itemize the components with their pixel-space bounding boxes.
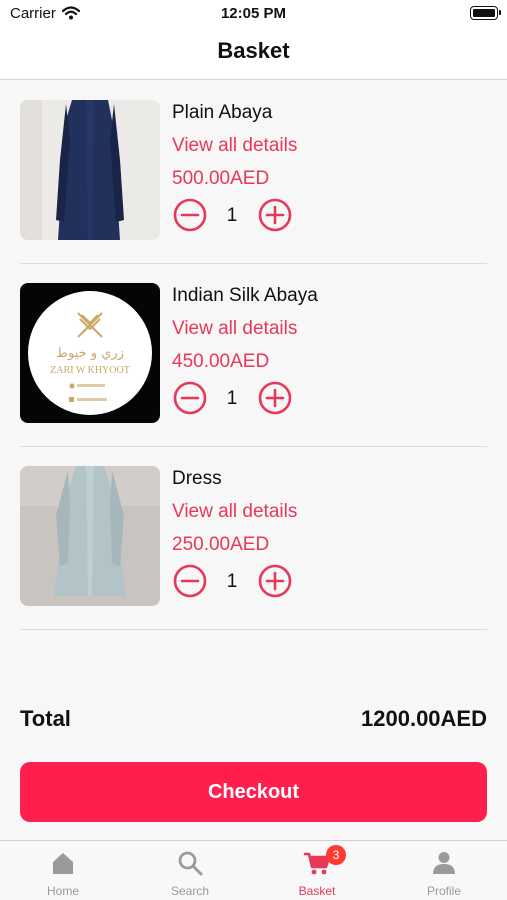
view-details-link[interactable]: View all details [172,135,297,157]
total-value: 1200.00AED [361,706,487,731]
product-image[interactable] [20,466,160,606]
quantity-value: 1 [226,205,238,226]
tab-label: Home [46,884,79,898]
decrease-quantity-button[interactable] [173,564,207,598]
minus-circle-icon [173,198,207,232]
battery-icon [470,6,501,20]
decrease-quantity-button[interactable] [173,381,207,415]
tab-label: Profile [426,884,461,898]
tab-label: Basket [298,884,336,898]
increase-quantity-button[interactable] [258,198,292,232]
plus-circle-icon [258,198,292,232]
product-image[interactable]: زري و خيوط ZARI W KHYOOT [20,283,160,423]
product-price: 250.00AED [172,534,270,555]
brand-logo-latin: ZARI W KHYOOT [50,365,130,376]
view-details-link[interactable]: View all details [172,318,297,340]
basket-item: Plain Abaya View all details 500.00AED 1 [20,80,487,264]
product-price: 500.00AED [172,168,270,189]
tab-home[interactable]: Home [0,841,126,900]
quantity-value: 1 [226,571,238,592]
nav-bar: Basket [0,30,507,80]
tab-search[interactable]: Search [127,841,253,900]
tab-basket[interactable]: 3 Basket [254,841,380,900]
basket-item: Dress View all details 250.00AED 1 [20,446,487,630]
product-name: Dress [172,468,222,489]
clock: 12:05 PM [220,5,287,22]
basket-item: زري و خيوط ZARI W KHYOOT Indian Silk Aba… [20,263,487,447]
plus-circle-icon [258,381,292,415]
cart-count-badge: 3 [326,845,346,865]
product-name: Indian Silk Abaya [172,285,318,306]
person-icon [433,852,455,874]
home-icon [53,853,73,874]
quantity-value: 1 [226,388,238,409]
minus-circle-icon [173,381,207,415]
decrease-quantity-button[interactable] [173,198,207,232]
page-title: Basket [217,38,290,63]
product-price: 450.00AED [172,351,270,372]
minus-circle-icon [173,564,207,598]
increase-quantity-button[interactable] [258,381,292,415]
checkout-button[interactable]: Checkout [20,762,487,822]
increase-quantity-button[interactable] [258,564,292,598]
tab-profile[interactable]: Profile [381,841,507,900]
tab-label: Search [170,884,210,898]
tab-bar: Home Search 3 Basket Profile [0,840,507,900]
product-name: Plain Abaya [172,102,273,123]
brand-logo-arabic: زري و خيوط [56,346,124,361]
product-image[interactable] [20,100,160,240]
status-bar: Carrier 12:05 PM [0,0,507,30]
plus-circle-icon [258,564,292,598]
search-icon [178,851,203,876]
view-details-link[interactable]: View all details [172,501,297,523]
total-label: Total [20,706,71,731]
